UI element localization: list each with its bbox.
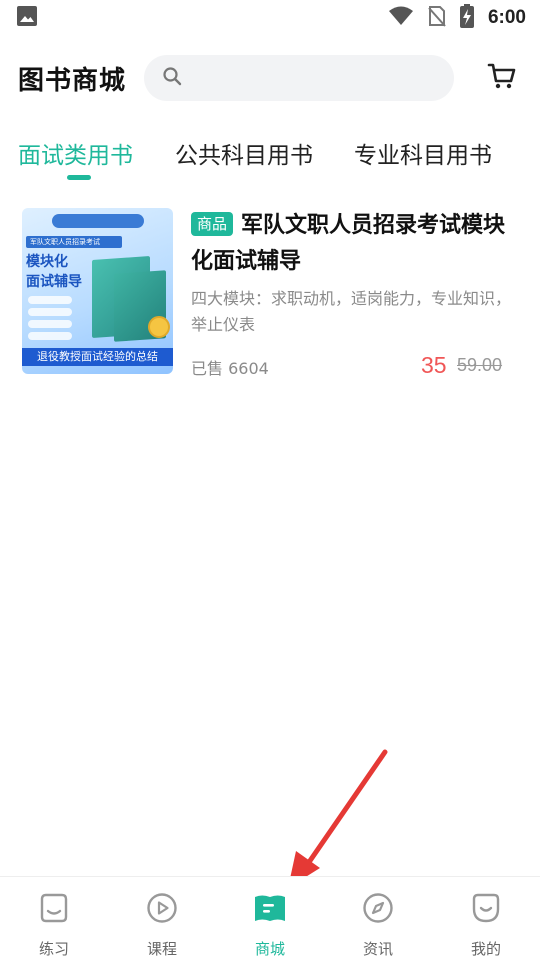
status-bar: 6:00 xyxy=(0,0,540,36)
sold-count: 已售 6604 xyxy=(191,359,269,378)
original-price: 59.00 xyxy=(457,355,503,375)
tab-public-subject-books[interactable]: 公共科目用书 xyxy=(175,136,313,170)
nav-label-courses: 课程 xyxy=(146,940,177,958)
nav-item-practice[interactable]: 练习 xyxy=(0,877,108,960)
play-circle-icon xyxy=(145,891,179,925)
cover-bullet xyxy=(28,332,72,340)
cover-bullet xyxy=(28,320,72,328)
nav-item-profile[interactable]: 我的 xyxy=(432,877,540,960)
active-tab-indicator xyxy=(67,175,91,180)
product-title-line: 商品 军队文职人员招录考试模块化面试辅导 xyxy=(191,208,515,280)
wifi-icon xyxy=(388,6,414,30)
nav-label-news: 资讯 xyxy=(362,940,393,958)
status-time: 6:00 xyxy=(487,7,526,28)
cover-big-title-line-2: 面试辅导 xyxy=(26,274,82,290)
current-price: 35 xyxy=(421,352,447,378)
search-icon xyxy=(162,66,182,90)
cart-icon xyxy=(487,61,517,95)
tab-interview-books[interactable]: 面试类用书 xyxy=(18,136,133,170)
product-info: 商品 军队文职人员招录考试模块化面试辅导 四大模块：求职动机，适岗能力，专业知识，… xyxy=(191,208,515,338)
page-title: 图书商城 xyxy=(18,65,127,96)
practice-icon xyxy=(37,891,71,925)
nav-label-profile: 我的 xyxy=(470,940,501,958)
product-description: 四大模块：求职动机，适岗能力，专业知识，举止仪表 xyxy=(191,289,512,334)
product-cover-image: 军队文职人员招录考试 模块化 面试辅导 退役教授面试经验的总结 xyxy=(22,208,173,374)
header: 图书商城 xyxy=(0,52,540,104)
cart-button[interactable] xyxy=(482,58,522,98)
profile-icon xyxy=(469,891,503,925)
product-badge: 商品 xyxy=(191,212,234,236)
cover-big-title-line-1: 模块化 xyxy=(26,254,68,270)
product-card[interactable]: 军队文职人员招录考试 模块化 面试辅导 退役教授面试经验的总结 商品 军队文职人员… xyxy=(22,208,522,378)
gallery-notification-icon xyxy=(16,5,38,31)
cover-big-title: 模块化 面试辅导 xyxy=(26,252,82,292)
tab-professional-subject-books[interactable]: 专业科目用书 xyxy=(354,136,492,170)
category-tabs: 面试类用书 公共科目用书 专业科目用书 xyxy=(0,132,540,186)
product-title: 军队文职人员招录考试模块化面试辅导 xyxy=(191,213,506,274)
cover-bullet xyxy=(28,308,72,316)
search-input[interactable] xyxy=(192,69,433,87)
bottom-nav: 练习 课程 商城 资讯 我的 xyxy=(0,876,540,960)
nav-item-courses[interactable]: 课程 xyxy=(108,877,216,960)
nav-item-news[interactable]: 资讯 xyxy=(324,877,432,960)
cover-tag-line: 军队文职人员招录考试 xyxy=(26,236,122,248)
cover-bottom-banner: 退役教授面试经验的总结 xyxy=(22,348,173,366)
cover-brand-logo xyxy=(52,214,144,228)
cover-seal-badge xyxy=(148,316,170,338)
search-box[interactable] xyxy=(144,55,455,101)
nav-item-store[interactable]: 商城 xyxy=(216,877,324,960)
compass-icon xyxy=(361,891,395,925)
no-sim-icon xyxy=(428,5,446,31)
book-icon xyxy=(253,891,287,925)
battery-charging-icon xyxy=(459,4,474,32)
cover-bullet xyxy=(28,296,72,304)
nav-label-practice: 练习 xyxy=(38,940,69,958)
product-meta: 已售 6604 35 59.00 xyxy=(191,352,511,382)
nav-label-store: 商城 xyxy=(254,940,285,958)
